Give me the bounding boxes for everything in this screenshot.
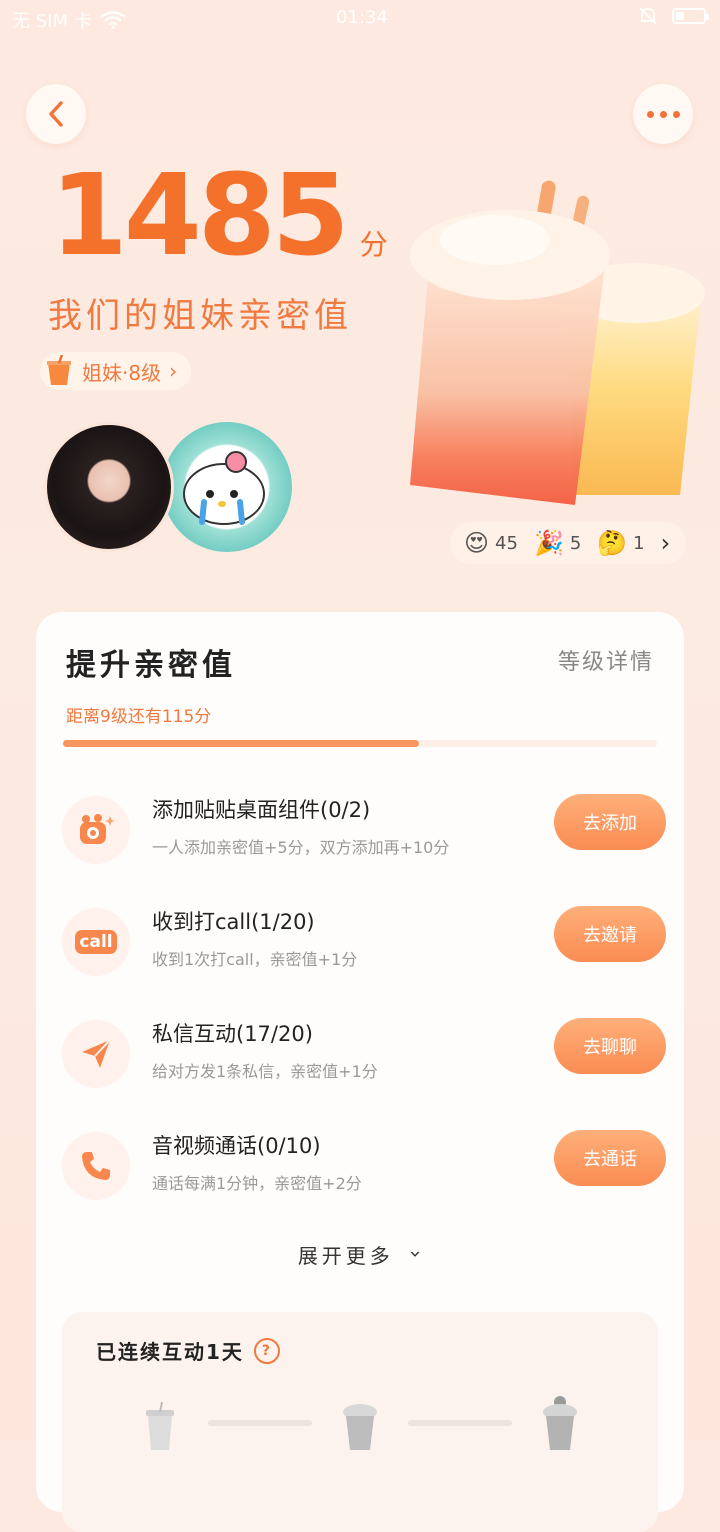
score-value: 1485	[50, 151, 350, 281]
reaction-icon: 😍	[464, 529, 490, 557]
reaction-icon: 🎉	[533, 529, 564, 557]
go-chat-button[interactable]: 去聊聊	[554, 1018, 666, 1074]
reaction-count: 1	[633, 532, 645, 554]
send-icon	[62, 1020, 130, 1088]
task-desc: 一人添加亲密值+5分，双方添加再+10分	[152, 838, 450, 857]
task-item-av-call: 音视频通话(0/10) 通话每满1分钟，亲密值+2分 去通话	[62, 1126, 666, 1210]
task-desc: 给对方发1条私信，亲密值+1分	[152, 1062, 378, 1081]
status-right	[638, 6, 709, 26]
streak-section: 已连续互动1天 ?	[62, 1312, 658, 1532]
streak-connector	[408, 1420, 512, 1426]
level-chip[interactable]: 姐妹·8级 ›	[40, 352, 192, 390]
more-dots-icon	[646, 110, 680, 118]
go-add-button[interactable]: 去添加	[554, 794, 666, 850]
task-title: 收到打call(1/20)	[152, 910, 315, 934]
task-item-add-widget: 添加贴贴桌面组件(0/2) 一人添加亲密值+5分，双方添加再+10分 去添加	[62, 790, 666, 874]
more-button[interactable]	[633, 84, 693, 144]
cup-icon	[47, 355, 71, 385]
expand-label: 展开更多	[297, 1244, 394, 1268]
chevron-down-icon: ›	[404, 1250, 429, 1262]
level-label: 姐妹·8级	[82, 360, 162, 385]
streak-cup-day3-icon	[543, 1396, 577, 1450]
intimacy-score: 1485 分	[50, 160, 388, 272]
expand-more[interactable]: 展开更多 ›	[36, 1240, 684, 1269]
chevron-right-icon: ›	[660, 529, 671, 557]
streak-cup-day1-icon	[146, 1402, 174, 1450]
status-left: 无 SIM 卡	[12, 7, 126, 33]
reaction-summary[interactable]: 😍 45 🎉 5 🤔 1 ›	[450, 522, 686, 564]
bubble-tea-illustration	[410, 180, 705, 505]
call-badge: call	[75, 930, 117, 954]
streak-label: 已连续互动1天	[96, 1340, 244, 1364]
task-item-receive-call: call 收到打call(1/20) 收到1次打call，亲密值+1分 去邀请	[62, 902, 666, 986]
phone-icon	[62, 1132, 130, 1200]
level-progress-bar	[63, 740, 657, 747]
mute-bell-icon	[639, 7, 657, 25]
task-title: 音视频通话(0/10)	[152, 1134, 321, 1158]
streak-cup-day2-icon	[343, 1404, 377, 1450]
task-desc: 收到1次打call，亲密值+1分	[152, 950, 358, 969]
battery-icon	[672, 8, 709, 24]
task-desc: 通话每满1分钟，亲密值+2分	[152, 1174, 362, 1193]
streak-title: 已连续互动1天 ?	[96, 1336, 280, 1365]
reaction-count: 5	[569, 532, 582, 554]
chevron-right-icon: ›	[169, 359, 178, 383]
streak-connector	[208, 1420, 312, 1426]
avatar-partner[interactable]	[162, 422, 292, 552]
hello-kitty-avatar-art	[183, 451, 265, 525]
go-call-button[interactable]: 去通话	[554, 1130, 666, 1186]
status-bar: 无 SIM 卡 01:34	[0, 0, 720, 36]
level-details-link[interactable]: 等级详情	[558, 644, 654, 676]
score-title: 我们的姐妹亲密值	[48, 296, 352, 336]
score-unit: 分	[359, 228, 388, 261]
card-title: 提升亲密值	[66, 648, 236, 683]
help-icon[interactable]: ?	[253, 1337, 280, 1364]
go-invite-button[interactable]: 去邀请	[554, 906, 666, 962]
boost-intimacy-card: 提升亲密值 等级详情 距离9级还有115分 添加贴贴桌面组件(0/2) 一人添加…	[36, 612, 684, 1532]
call-badge-icon: call	[62, 908, 130, 976]
avatar-self[interactable]	[44, 422, 174, 552]
level-progress-fill	[63, 740, 420, 747]
clock: 01:34	[336, 7, 388, 28]
camera-sparkle-icon	[62, 796, 130, 864]
progress-text: 距离9级还有115分	[66, 707, 212, 727]
chevron-left-icon	[49, 101, 63, 127]
sim-status: 无 SIM 卡	[12, 11, 92, 32]
reaction-count: 45	[495, 532, 518, 554]
wifi-icon	[99, 11, 126, 29]
back-button[interactable]	[26, 84, 86, 144]
task-title: 私信互动(17/20)	[152, 1022, 313, 1046]
task-title: 添加贴贴桌面组件(0/2)	[152, 798, 371, 822]
reaction-icon: 🤔	[597, 529, 628, 557]
task-item-private-message: 私信互动(17/20) 给对方发1条私信，亲密值+1分 去聊聊	[62, 1014, 666, 1098]
